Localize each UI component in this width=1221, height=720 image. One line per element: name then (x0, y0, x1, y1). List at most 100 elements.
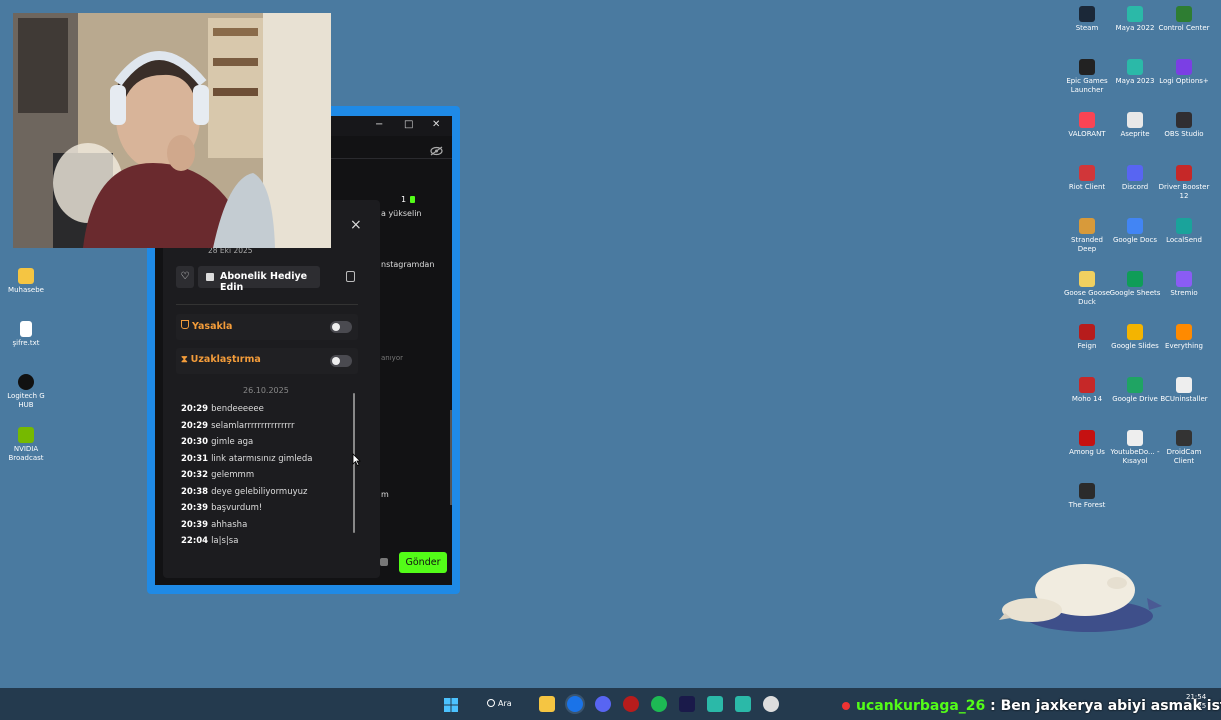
message-text: başvurdum! (211, 503, 263, 513)
maya-icon[interactable] (707, 696, 723, 712)
after-effects-icon[interactable] (679, 696, 695, 712)
desktop-icon[interactable]: OBS Studio (1158, 112, 1210, 139)
timeout-toggle[interactable] (330, 355, 352, 367)
nvidia-icon (18, 427, 34, 443)
ban-toggle[interactable] (330, 321, 352, 333)
message-text: la|s|sa (211, 536, 239, 546)
eye-off-icon[interactable] (430, 141, 443, 156)
desktop-icon-sifre[interactable]: şifre.txt (0, 321, 52, 348)
desktop-icon-nvidia[interactable]: NVIDIA Broadcast (0, 427, 52, 463)
message-text: deye gelebiliyormuyuz (211, 486, 308, 497)
message-time: 20:32 (181, 470, 209, 480)
desktop-icon-label: şifre.txt (12, 339, 40, 347)
desktop-icon[interactable]: Steam (1061, 6, 1113, 33)
desktop-icon[interactable]: Google Docs (1109, 218, 1161, 245)
desktop-icon[interactable]: Riot Client (1061, 165, 1113, 192)
message-history[interactable]: 20:29 bendeeeeee 20:29 selamlarrrrrrrrrrrrr… (176, 386, 356, 556)
send-button[interactable]: Gönder (399, 552, 447, 573)
desktop-icon[interactable]: Discord (1109, 165, 1161, 192)
message-text: gimle aga (211, 437, 254, 447)
message-row: 20:29 bendeeeeee (181, 404, 264, 414)
modal-divider (176, 304, 358, 305)
start-button[interactable] (444, 697, 458, 712)
ban-label: Yasakla (181, 320, 232, 332)
modal-close-button[interactable]: × (350, 217, 362, 233)
discord-icon[interactable] (595, 696, 611, 712)
desktop-icon[interactable]: Stranded Deep (1061, 218, 1113, 254)
desktop-icon[interactable]: Feign (1061, 324, 1113, 351)
app-icon (1127, 430, 1143, 446)
message-text: selamlarrrrrrrrrrrrrrr (211, 420, 295, 431)
red-app-icon[interactable] (623, 696, 639, 712)
desktop-icon[interactable]: Among Us (1061, 430, 1113, 457)
desktop-icon-label: YoutubeDo... - Kısayol (1110, 448, 1160, 465)
window-scrollbar[interactable] (450, 410, 452, 505)
stream-chat-overlay: ucankurbaga_26 : Ben jaxkerya abiyi asma… (842, 698, 1221, 714)
sleeping-creature-widget (997, 558, 1165, 642)
app-icon (1127, 6, 1143, 22)
desktop-icon[interactable]: Moho 14 (1061, 377, 1113, 404)
desktop-icon[interactable]: LocalSend (1158, 218, 1210, 245)
minimize-button[interactable]: − (375, 119, 383, 130)
follow-heart-button[interactable]: ♡ (176, 266, 194, 288)
spotify-icon[interactable] (651, 696, 667, 712)
gift-subscription-button[interactable]: Abonelik Hediye Edin (198, 266, 320, 293)
chrome-icon[interactable] (567, 696, 583, 712)
emote-icon[interactable] (380, 558, 388, 566)
app-icon (1176, 165, 1192, 181)
desktop-icon-label: Logi Options+ (1159, 77, 1209, 85)
file-explorer-icon[interactable] (539, 696, 555, 712)
close-window-button[interactable]: ✕ (432, 119, 440, 130)
desktop-icon-label: VALORANT (1068, 130, 1106, 138)
desktop-icon-logitech[interactable]: Logitech G HUB (0, 374, 52, 410)
desktop-icon[interactable]: Maya 2022 (1109, 6, 1161, 33)
desktop-icon[interactable]: DroidCam Client (1158, 430, 1210, 466)
maximize-button[interactable]: □ (404, 119, 413, 130)
taskbar-search[interactable]: Ara (481, 695, 521, 713)
desktop-icon[interactable]: The Forest (1061, 483, 1113, 510)
app-icon (1079, 59, 1095, 75)
app-icon (1079, 112, 1095, 128)
desktop-icon[interactable]: Google Sheets (1109, 271, 1161, 298)
window-titlebar: − □ ✕ (331, 116, 452, 136)
desktop-icon[interactable]: VALORANT (1061, 112, 1113, 139)
desktop-icon-label: NVIDIA Broadcast (8, 445, 44, 462)
background-text: nstagramdan (381, 260, 435, 269)
desktop-icon[interactable]: Goose Goose Duck (1061, 271, 1113, 307)
desktop-icon[interactable]: Epic Games Launcher (1061, 59, 1113, 95)
message-time: 20:30 (181, 437, 209, 447)
app-icon (1176, 430, 1192, 446)
app-icon[interactable] (763, 696, 779, 712)
webcam-feed (13, 13, 331, 248)
desktop-icon[interactable]: Logi Options+ (1158, 59, 1210, 86)
shield-icon (181, 320, 189, 329)
desktop-icon[interactable]: YoutubeDo... - Kısayol (1109, 430, 1161, 466)
desktop-icon[interactable]: BCUninstaller (1158, 377, 1210, 404)
desktop-icon[interactable]: Google Drive (1109, 377, 1161, 404)
desktop-icon-label: Riot Client (1068, 183, 1106, 191)
desktop-icon-muhasebe[interactable]: Muhasebe (0, 268, 52, 295)
app-icon (1079, 165, 1095, 181)
search-icon (487, 699, 495, 707)
desktop-icon[interactable]: Google Slides (1109, 324, 1161, 351)
desktop-icon[interactable]: Aseprite (1109, 112, 1161, 139)
desktop-icon[interactable]: Stremio (1158, 271, 1210, 298)
desktop-icon-label: Google Docs (1112, 236, 1158, 244)
maya-2-icon[interactable] (735, 696, 751, 712)
text-file-icon (20, 321, 32, 337)
gift-icon (206, 273, 214, 281)
desktop-icon[interactable]: Everything (1158, 324, 1210, 351)
message-row: 22:04 la|s|sa (181, 536, 238, 546)
message-time: 20:39 (181, 519, 209, 530)
app-icon (1079, 218, 1095, 234)
desktop-icon[interactable]: Control Center (1158, 6, 1210, 33)
clock-date: 25 (1197, 702, 1207, 710)
app-icon (1176, 324, 1192, 340)
desktop-icon-label: Feign (1077, 342, 1097, 350)
gift-label: Abonelik Hediye Edin (220, 271, 308, 293)
pin-icon[interactable] (346, 271, 355, 282)
desktop-icon[interactable]: Maya 2023 (1109, 59, 1161, 86)
desktop-icon[interactable]: Driver Booster 12 (1158, 165, 1210, 201)
app-icon (1079, 6, 1095, 22)
system-clock[interactable]: 21:54 25 (1186, 693, 1206, 711)
